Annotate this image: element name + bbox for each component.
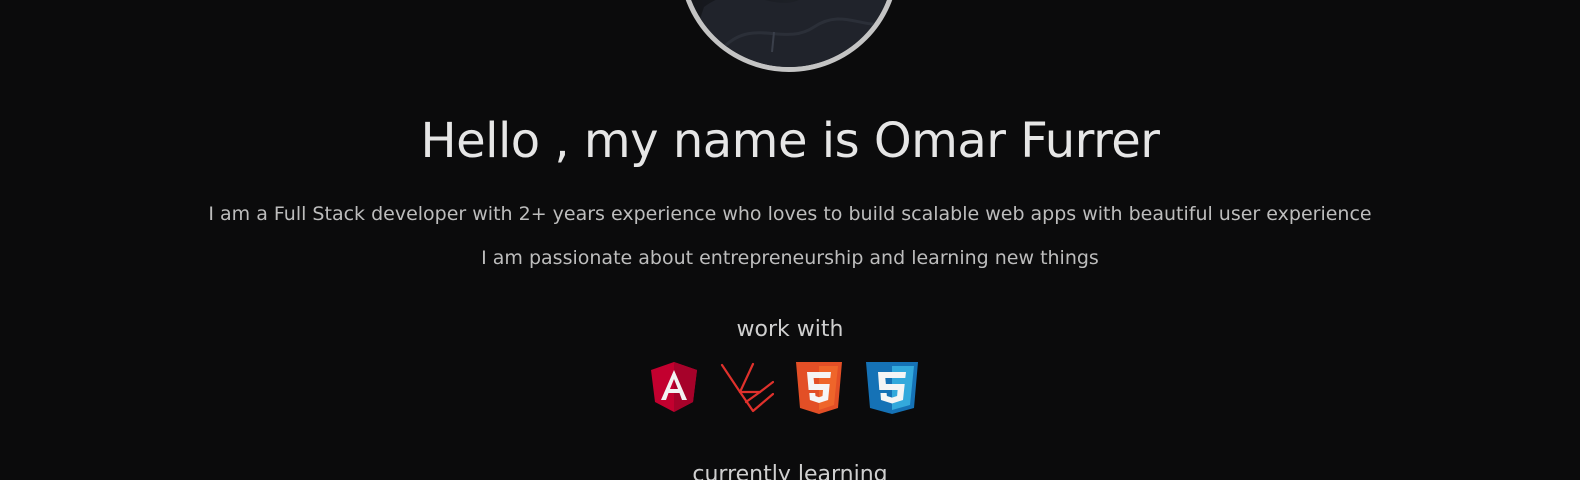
work-with-icons xyxy=(650,362,930,414)
currently-learning-heading: currently learning xyxy=(692,462,888,480)
work-with-heading: work with xyxy=(736,317,844,342)
bio-line-2: I am passionate about entrepreneurship a… xyxy=(481,247,1099,269)
laravel-icon xyxy=(720,362,774,413)
bio-line-1: I am a Full Stack developer with 2+ year… xyxy=(208,203,1372,225)
avatar-photo xyxy=(684,0,894,67)
profile-avatar xyxy=(679,0,899,72)
html5-icon xyxy=(796,362,842,414)
page-title: Hello , my name is Omar Furrer xyxy=(420,113,1160,169)
angular-icon xyxy=(651,362,697,412)
css3-icon xyxy=(866,362,918,414)
portfolio-page: Hello , my name is Omar Furrer I am a Fu… xyxy=(0,0,1580,480)
